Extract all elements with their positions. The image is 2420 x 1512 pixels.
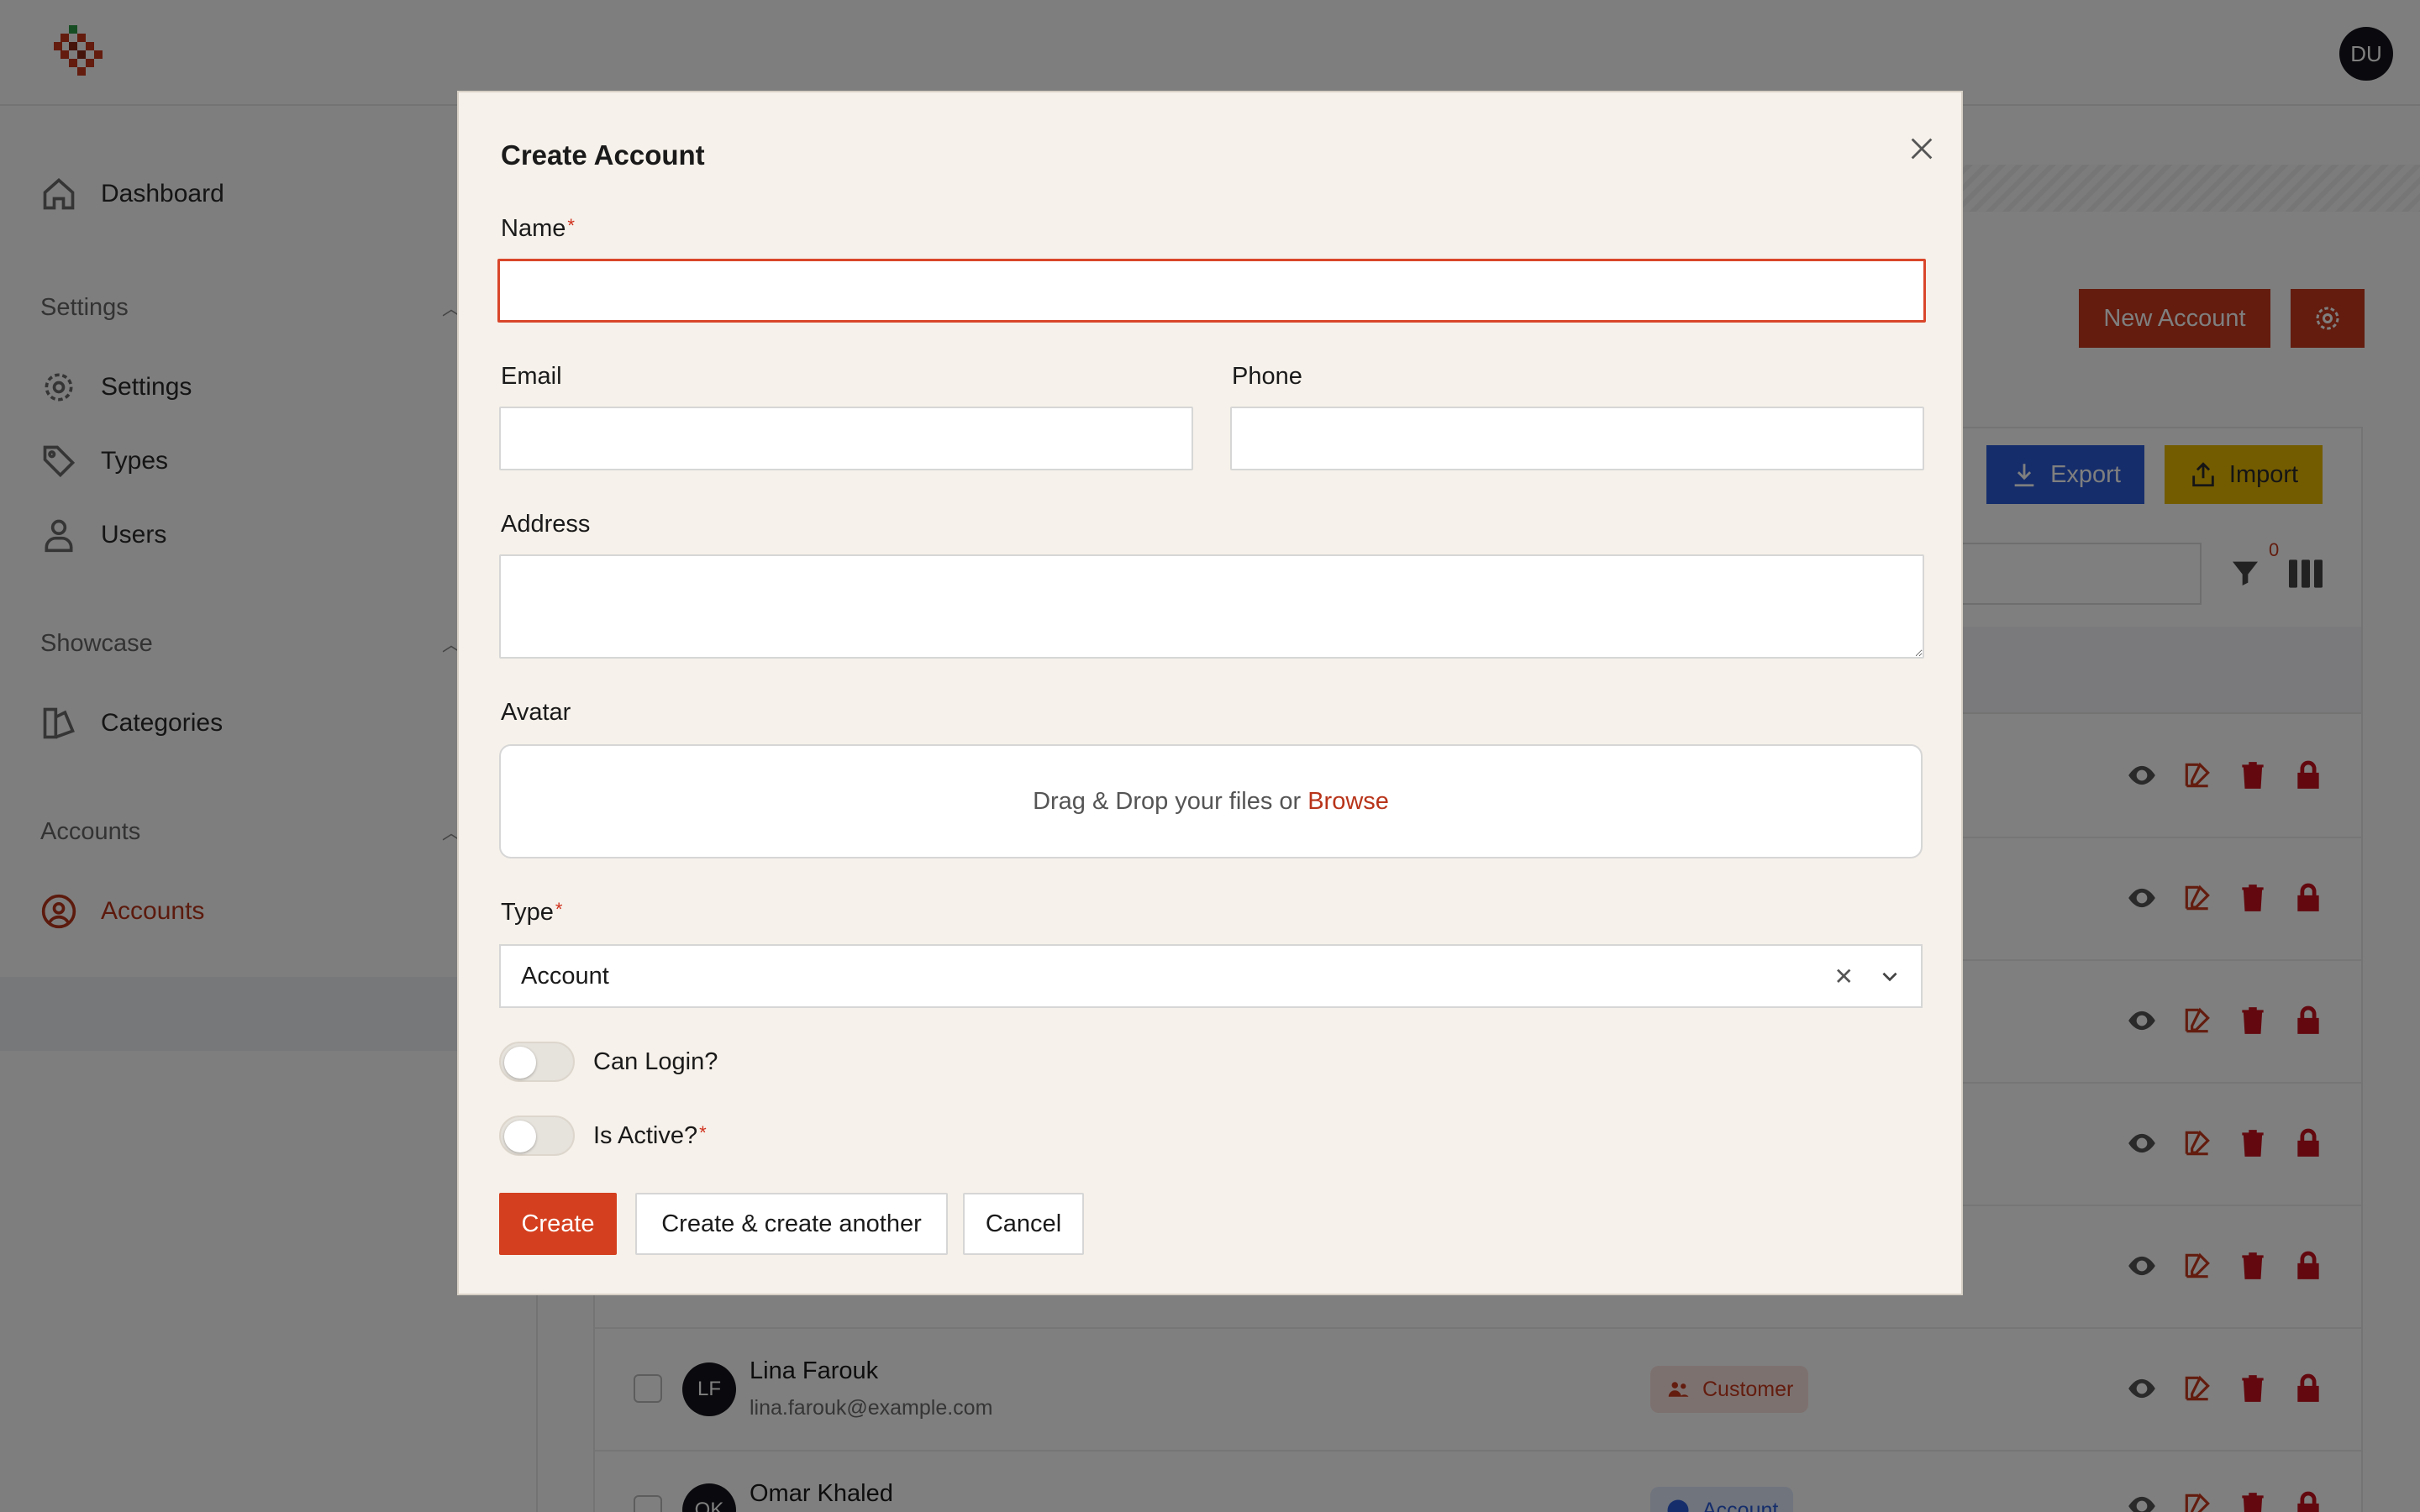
name-input[interactable] bbox=[497, 259, 1926, 323]
required-marker: * bbox=[567, 215, 575, 236]
is-active-toggle[interactable] bbox=[499, 1116, 575, 1156]
can-login-toggle[interactable] bbox=[499, 1042, 575, 1082]
address-textarea[interactable] bbox=[499, 554, 1924, 659]
email-label: Email bbox=[501, 363, 562, 390]
create-button[interactable]: Create bbox=[499, 1193, 617, 1255]
name-label: Name* bbox=[501, 215, 575, 242]
browse-link[interactable]: Browse bbox=[1307, 788, 1389, 816]
can-login-label: Can Login? bbox=[593, 1048, 718, 1075]
close-icon bbox=[1911, 138, 1933, 160]
toggle-knob bbox=[504, 1047, 536, 1079]
close-button[interactable] bbox=[1899, 126, 1944, 171]
email-input[interactable] bbox=[499, 407, 1193, 470]
avatar-dropzone[interactable]: Drag & Drop your files or Browse bbox=[499, 744, 1923, 858]
phone-input[interactable] bbox=[1230, 407, 1924, 470]
type-select[interactable]: Account ✕ bbox=[499, 944, 1923, 1008]
create-another-button[interactable]: Create & create another bbox=[635, 1193, 948, 1255]
is-active-label: Is Active?* bbox=[593, 1122, 707, 1149]
modal-title: Create Account bbox=[501, 139, 705, 171]
clear-icon[interactable]: ✕ bbox=[1834, 963, 1854, 990]
required-marker: * bbox=[555, 899, 563, 920]
type-select-value: Account bbox=[521, 962, 609, 990]
toggle-knob bbox=[504, 1121, 536, 1152]
cancel-button[interactable]: Cancel bbox=[963, 1193, 1084, 1255]
required-marker: * bbox=[699, 1122, 707, 1143]
create-account-modal: Create Account Name* Email Phone Address… bbox=[457, 91, 1963, 1295]
phone-label: Phone bbox=[1232, 363, 1302, 390]
dropzone-text: Drag & Drop your files or bbox=[1033, 787, 1302, 815]
avatar-label: Avatar bbox=[501, 699, 571, 726]
type-label: Type* bbox=[501, 899, 563, 926]
chevron-down-icon[interactable] bbox=[1879, 965, 1901, 987]
address-label: Address bbox=[501, 511, 591, 538]
